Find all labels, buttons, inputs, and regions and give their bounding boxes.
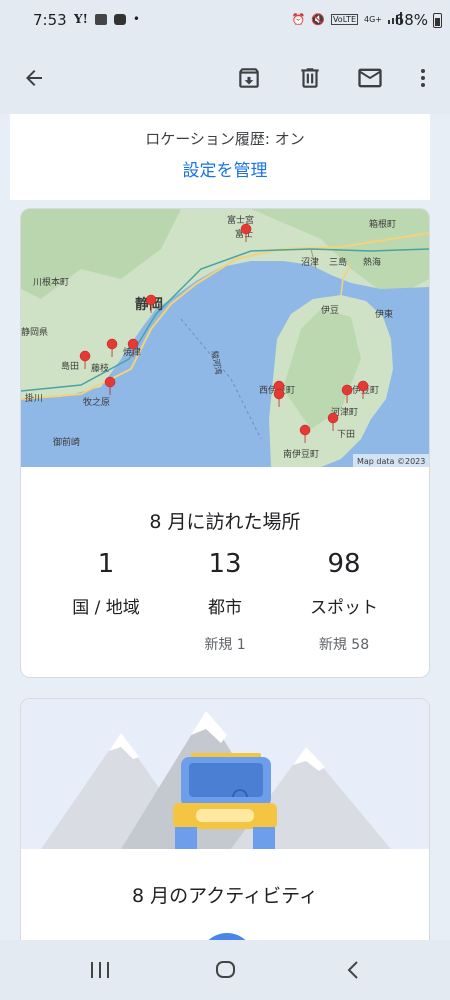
content-scroll-area[interactable]: ロケーション履歴: オン 設定を管理 富士宮 富士 箱根町 沼津 三島 熱海 川… [0, 114, 450, 940]
visited-places-card[interactable]: 富士宮 富士 箱根町 沼津 三島 熱海 川根本町 静岡 伊豆 伊東 静岡県 焼津… [20, 208, 430, 678]
activity-illustration [21, 699, 429, 849]
stat-value: 98 [327, 549, 361, 579]
stat-new: 新規 58 [318, 637, 370, 653]
yahoo-icon: Y! [74, 12, 88, 26]
stat-new: 新規 1 [204, 637, 246, 653]
stat-cities: 13 都市 新規 1 [160, 549, 290, 654]
map-label: 御前崎 [53, 436, 80, 448]
system-back-button[interactable] [336, 956, 372, 984]
activity-chart-partial [208, 933, 246, 940]
recent-apps-icon [91, 962, 109, 978]
stat-spots: 98 スポット 新規 58 [279, 549, 409, 654]
mail-button[interactable] [350, 58, 390, 98]
stat-value: 1 [97, 549, 115, 579]
archive-button[interactable] [229, 58, 269, 98]
delete-icon [301, 68, 319, 88]
back-button[interactable] [14, 58, 54, 98]
manage-settings-link[interactable]: 設定を管理 [0, 156, 450, 181]
status-bar: 7:53 Y! • ⏰ 🔇 VoLTE 4G+ 68% [0, 0, 450, 40]
map-label: 川根本町 [33, 276, 69, 288]
stat-label: 国 / 地域 [72, 598, 140, 618]
dot-icon: • [132, 12, 140, 26]
activity-card[interactable]: 8 月のアクティビティ [20, 698, 430, 940]
gallery-icon [94, 13, 107, 25]
map-label: 箱根町 [369, 218, 396, 230]
home-button[interactable] [208, 956, 244, 984]
visited-places-title: 8 月に訪れた場所 [149, 511, 301, 533]
4g-icon: 4G+ [364, 15, 382, 24]
location-history-status: ロケーション履歴: オン [145, 130, 305, 148]
map-label: 沼津 [301, 257, 319, 268]
back-arrow-icon [26, 70, 42, 86]
mail-icon [358, 68, 382, 88]
map-label: 静岡県 [21, 326, 48, 338]
back-icon [347, 961, 358, 979]
map-label: 富士宮 [227, 214, 254, 226]
map-attribution: Map data ©2023 [357, 457, 425, 466]
status-left-icons: Y! • [74, 12, 140, 26]
map-label: 熱海 [363, 256, 381, 268]
archive-icon [239, 68, 259, 88]
map-label: 伊豆 [321, 304, 339, 316]
map-label: 伊東 [375, 308, 393, 320]
map-label: 牧之原 [83, 396, 110, 408]
youtube-icon [113, 13, 126, 25]
alarm-icon: ⏰ [291, 13, 306, 26]
map-label: 南伊豆町 [283, 448, 319, 460]
stat-countries: 1 国 / 地域 [41, 549, 171, 634]
status-right-icons: ⏰ 🔇 VoLTE 4G+ [292, 12, 402, 27]
visited-map[interactable]: 富士宮 富士 箱根町 沼津 三島 熱海 川根本町 静岡 伊豆 伊東 静岡県 焼津… [21, 209, 429, 467]
map-label: 掛川 [25, 392, 43, 404]
stat-label: 都市 [208, 598, 242, 618]
more-options-button[interactable] [403, 58, 443, 98]
map-label: 島田 [61, 360, 79, 372]
stat-value: 13 [208, 549, 242, 579]
mute-icon: 🔇 [311, 13, 325, 26]
system-nav-bar [0, 940, 450, 1000]
map-label: 下田 [337, 429, 355, 440]
map-label: 三島 [329, 256, 347, 268]
map-label: 藤枝 [91, 362, 109, 374]
activity-title: 8 月のアクティビティ [132, 885, 318, 907]
stat-label: スポット [310, 598, 378, 618]
status-time: 7:53 [33, 11, 67, 29]
battery-icon [433, 13, 442, 28]
delete-button[interactable] [290, 58, 330, 98]
app-bar [0, 40, 450, 114]
more-vert-icon [421, 69, 425, 87]
home-icon [216, 961, 235, 978]
volte-icon: VoLTE [330, 14, 358, 25]
recent-apps-button[interactable] [82, 956, 118, 984]
battery-percentage: 68% [394, 11, 428, 29]
